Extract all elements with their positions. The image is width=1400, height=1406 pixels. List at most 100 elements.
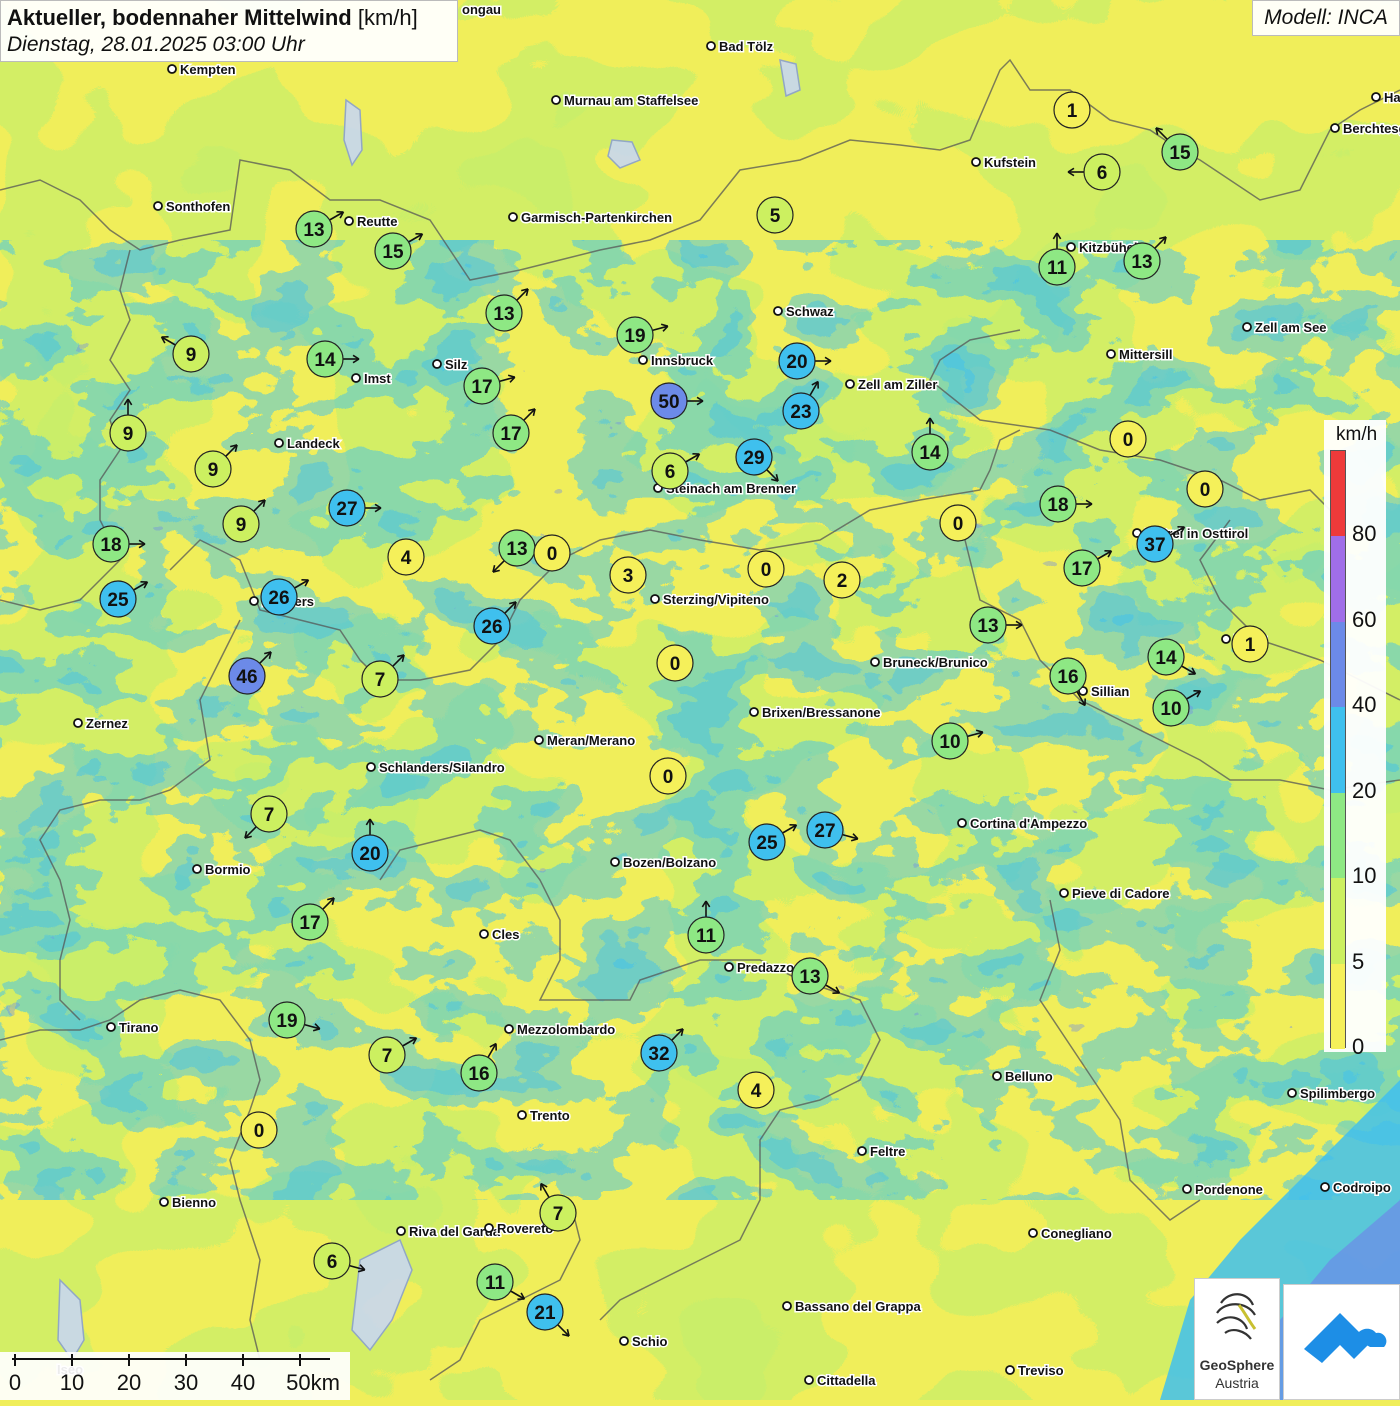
city-dot-icon <box>505 1025 513 1033</box>
wind-station[interactable]: 0 <box>940 505 976 541</box>
wind-station[interactable]: 1 <box>1232 626 1268 662</box>
wind-station[interactable]: 0 <box>748 551 784 587</box>
wind-station[interactable]: 3 <box>610 557 646 593</box>
scale-label: 20 <box>117 1370 141 1396</box>
city-label: Cittadella <box>817 1373 876 1388</box>
city-label: Hallein <box>1384 90 1400 105</box>
city-label: Mezzolombardo <box>517 1022 615 1037</box>
city-marker: Schlanders/Silandro <box>367 760 505 775</box>
city-marker: Bozen/Bolzano <box>611 855 716 870</box>
station-value: 20 <box>359 844 380 865</box>
city-label: Kempten <box>180 62 236 77</box>
city-label: Zernez <box>86 716 128 731</box>
city-label: Bruneck/Brunico <box>883 655 988 670</box>
scale-tick <box>14 1354 16 1366</box>
city-dot-icon <box>168 65 176 73</box>
city-dot-icon <box>774 307 782 315</box>
city-dot-icon <box>725 963 733 971</box>
city-dot-icon <box>1243 323 1251 331</box>
city-marker: Mezzolombardo <box>505 1022 615 1037</box>
city-dot-icon <box>535 736 543 744</box>
city-label: Brixen/Bressanone <box>762 705 881 720</box>
wind-station[interactable]: 0 <box>650 758 686 794</box>
wind-station[interactable]: 0 <box>241 1112 277 1148</box>
legend-tick-label: 10 <box>1336 863 1376 889</box>
city-dot-icon <box>352 374 360 382</box>
map-title: Aktueller, bodennaher Mittelwind [km/h] <box>7 5 451 31</box>
city-label: Sterzing/Vipiteno <box>663 592 769 607</box>
station-value: 17 <box>299 913 320 934</box>
city-label: Bozen/Bolzano <box>623 855 716 870</box>
wind-station[interactable]: 0 <box>534 535 570 571</box>
station-value: 19 <box>624 326 645 347</box>
city-label: Sonthofen <box>166 199 230 214</box>
scale-label: 10 <box>60 1370 84 1396</box>
wind-station[interactable]: 2 <box>824 562 860 598</box>
station-value: 3 <box>623 566 634 587</box>
scale-tick <box>299 1354 301 1366</box>
station-value: 7 <box>375 670 386 691</box>
legend-tick-label: 0 <box>1336 1034 1364 1060</box>
city-dot-icon <box>750 708 758 716</box>
city-dot-icon <box>1321 1183 1329 1191</box>
city-dot-icon <box>871 658 879 666</box>
city-dot-icon <box>485 1224 493 1232</box>
legend-tick-label: 20 <box>1336 778 1376 804</box>
wind-station[interactable]: 0 <box>657 645 693 681</box>
city-label: Silz <box>445 357 468 372</box>
city-dot-icon <box>367 763 375 771</box>
city-dot-icon <box>620 1337 628 1345</box>
city-label: Conegliano <box>1041 1226 1112 1241</box>
geosphere-logo-icon <box>1195 1279 1281 1355</box>
city-dot-icon <box>74 719 82 727</box>
city-label: Meran/Merano <box>547 733 635 748</box>
city-dot-icon <box>858 1147 866 1155</box>
city-dot-icon <box>707 42 715 50</box>
station-value: 13 <box>977 616 998 637</box>
legend-tick-label: 5 <box>1336 949 1364 975</box>
wind-station[interactable]: 5 <box>757 197 793 233</box>
wind-station[interactable]: 4 <box>388 539 424 575</box>
city-dot-icon <box>993 1072 1001 1080</box>
city-marker: Conegliano <box>1029 1226 1112 1241</box>
city-label: Sillian <box>1091 684 1129 699</box>
station-value: 0 <box>1200 480 1211 501</box>
city-label: Zell am Ziller <box>858 377 937 392</box>
city-dot-icon <box>518 1111 526 1119</box>
wind-map[interactable]: KemptenBad TölzMurnau am StaffelseeHalle… <box>0 0 1400 1400</box>
city-dot-icon <box>345 217 353 225</box>
station-value: 6 <box>1097 163 1108 184</box>
city-marker: Brixen/Bressanone <box>750 705 881 720</box>
city-label: Schlanders/Silandro <box>379 760 505 775</box>
weather-app-logo[interactable] <box>1283 1284 1400 1400</box>
scale-tick <box>71 1354 73 1366</box>
city-dot-icon <box>1006 1366 1014 1374</box>
city-dot-icon <box>509 213 517 221</box>
scale-line <box>12 1358 330 1360</box>
station-value: 16 <box>1057 667 1078 688</box>
station-value: 17 <box>500 424 521 445</box>
wind-station[interactable]: 0 <box>1187 471 1223 507</box>
scale-label: 50km <box>286 1370 340 1396</box>
station-value: 2 <box>837 571 848 592</box>
city-dot-icon <box>972 158 980 166</box>
city-dot-icon <box>1060 889 1068 897</box>
station-value: 13 <box>799 967 820 988</box>
legend-tick-label: 40 <box>1336 692 1376 718</box>
station-value: 26 <box>481 617 502 638</box>
city-dot-icon <box>958 819 966 827</box>
city-label: Schwaz <box>786 304 834 319</box>
station-value: 9 <box>208 460 219 481</box>
city-label: Mittersill <box>1119 347 1172 362</box>
station-value: 0 <box>663 767 674 788</box>
wind-station[interactable]: 1 <box>1054 92 1090 128</box>
city-dot-icon <box>1288 1089 1296 1097</box>
scale-bar: 01020304050km <box>0 1352 350 1400</box>
station-value: 13 <box>1131 252 1152 273</box>
geosphere-logo[interactable]: GeoSphere Austria <box>1194 1278 1280 1400</box>
city-label: Bassano del Grappa <box>795 1299 921 1314</box>
station-value: 14 <box>1155 648 1177 669</box>
wind-station[interactable]: 0 <box>1110 421 1146 457</box>
station-value: 25 <box>756 833 778 854</box>
wind-station[interactable]: 4 <box>738 1072 774 1108</box>
